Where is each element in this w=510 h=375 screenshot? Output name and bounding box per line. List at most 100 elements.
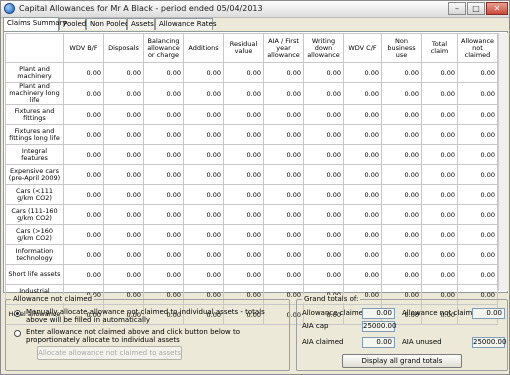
value-cell[interactable]: 0.00 (143, 124, 184, 145)
value-cell[interactable]: 0.00 (63, 264, 104, 285)
value-cell[interactable]: 0.00 (223, 144, 264, 165)
value-cell[interactable]: 0.00 (381, 124, 422, 145)
value-cell[interactable]: 0.00 (381, 224, 422, 245)
value-cell[interactable]: 0.00 (103, 164, 144, 185)
value-cell[interactable]: 0.00 (457, 82, 498, 105)
value-cell[interactable]: 0.00 (421, 144, 458, 165)
value-cell[interactable]: 0.00 (263, 124, 304, 145)
value-cell[interactable]: 0.00 (457, 62, 498, 83)
value-cell[interactable]: 0.00 (381, 62, 422, 83)
value-cell[interactable]: 0.00 (421, 164, 458, 185)
value-cell[interactable]: 0.00 (103, 224, 144, 245)
value-cell[interactable]: 0.00 (381, 164, 422, 185)
value-cell[interactable]: 0.00 (263, 204, 304, 225)
value-cell[interactable]: 0.00 (143, 82, 184, 105)
value-cell[interactable]: 0.00 (63, 62, 104, 83)
value-cell[interactable]: 0.00 (263, 82, 304, 105)
value-cell[interactable]: 0.00 (263, 164, 304, 185)
value-cell[interactable]: 0.00 (263, 264, 304, 285)
value-cell[interactable]: 0.00 (63, 204, 104, 225)
value-cell[interactable]: 0.00 (457, 104, 498, 125)
value-cell[interactable]: 0.00 (457, 184, 498, 205)
value-cell[interactable]: 0.00 (457, 224, 498, 245)
value-cell[interactable]: 0.00 (343, 204, 382, 225)
value-cell[interactable]: 0.00 (421, 204, 458, 225)
value-cell[interactable]: 0.00 (223, 244, 264, 265)
value-cell[interactable]: 0.00 (457, 124, 498, 145)
value-cell[interactable]: 0.00 (303, 204, 344, 225)
value-cell[interactable]: 0.00 (223, 184, 264, 205)
value-cell[interactable]: 0.00 (63, 104, 104, 125)
manual-allocate-radio[interactable] (14, 310, 21, 317)
value-cell[interactable]: 0.00 (143, 164, 184, 185)
value-cell[interactable]: 0.00 (143, 264, 184, 285)
value-cell[interactable]: 0.00 (183, 264, 224, 285)
value-cell[interactable]: 0.00 (63, 244, 104, 265)
value-cell[interactable]: 0.00 (63, 184, 104, 205)
tab-allowance-rates[interactable]: Allowance Rates (155, 18, 217, 30)
tab-non-pooled[interactable]: Non Pooled (86, 18, 129, 30)
value-cell[interactable]: 0.00 (421, 224, 458, 245)
value-cell[interactable]: 0.00 (381, 264, 422, 285)
value-cell[interactable]: 0.00 (303, 224, 344, 245)
value-cell[interactable]: 0.00 (421, 82, 458, 105)
value-cell[interactable]: 0.00 (183, 164, 224, 185)
value-cell[interactable]: 0.00 (183, 144, 224, 165)
value-cell[interactable]: 0.00 (183, 62, 224, 83)
value-cell[interactable]: 0.00 (223, 62, 264, 83)
value-cell[interactable]: 0.00 (143, 184, 184, 205)
value-cell[interactable]: 0.00 (421, 184, 458, 205)
allocate-to-assets-button[interactable]: Allocate allowance not claimed to assets (37, 346, 182, 360)
value-cell[interactable]: 0.00 (103, 244, 144, 265)
value-cell[interactable]: 0.00 (421, 264, 458, 285)
value-cell[interactable]: 0.00 (183, 224, 224, 245)
proportional-allocate-label[interactable]: Enter allowance not claimed above and cl… (26, 328, 286, 344)
value-cell[interactable]: 0.00 (63, 224, 104, 245)
value-cell[interactable]: 0.00 (223, 104, 264, 125)
value-cell[interactable]: 0.00 (183, 124, 224, 145)
value-cell[interactable]: 0.00 (457, 164, 498, 185)
value-cell[interactable]: 0.00 (103, 104, 144, 125)
value-cell[interactable]: 0.00 (303, 124, 344, 145)
value-cell[interactable]: 0.00 (343, 224, 382, 245)
value-cell[interactable]: 0.00 (303, 244, 344, 265)
value-cell[interactable]: 0.00 (103, 82, 144, 105)
value-cell[interactable]: 0.00 (303, 104, 344, 125)
display-grand-totals-button[interactable]: Display all grand totals (342, 354, 462, 368)
value-cell[interactable]: 0.00 (263, 104, 304, 125)
value-cell[interactable]: 0.00 (63, 164, 104, 185)
maximize-button[interactable]: □ (467, 2, 485, 15)
value-cell[interactable]: 0.00 (63, 124, 104, 145)
value-cell[interactable]: 0.00 (421, 104, 458, 125)
value-cell[interactable]: 0.00 (343, 244, 382, 265)
value-cell[interactable]: 0.00 (457, 204, 498, 225)
value-cell[interactable]: 0.00 (381, 184, 422, 205)
value-cell[interactable]: 0.00 (303, 164, 344, 185)
value-cell[interactable]: 0.00 (143, 144, 184, 165)
proportional-allocate-radio[interactable] (14, 330, 21, 337)
value-cell[interactable]: 0.00 (343, 164, 382, 185)
value-cell[interactable]: 0.00 (421, 244, 458, 265)
value-cell[interactable]: 0.00 (457, 144, 498, 165)
value-cell[interactable]: 0.00 (223, 124, 264, 145)
minimize-button[interactable]: – (448, 2, 466, 15)
manual-allocate-label[interactable]: Manually allocate allowance not claimed … (26, 308, 286, 324)
value-cell[interactable]: 0.00 (343, 144, 382, 165)
value-cell[interactable]: 0.00 (63, 82, 104, 105)
value-cell[interactable]: 0.00 (263, 62, 304, 83)
value-cell[interactable]: 0.00 (183, 104, 224, 125)
value-cell[interactable]: 0.00 (263, 144, 304, 165)
value-cell[interactable]: 0.00 (303, 264, 344, 285)
value-cell[interactable]: 0.00 (381, 204, 422, 225)
value-cell[interactable]: 0.00 (223, 82, 264, 105)
value-cell[interactable]: 0.00 (183, 82, 224, 105)
value-cell[interactable]: 0.00 (103, 264, 144, 285)
value-cell[interactable]: 0.00 (343, 184, 382, 205)
value-cell[interactable]: 0.00 (143, 62, 184, 83)
close-button[interactable]: ✕ (486, 2, 508, 15)
value-cell[interactable]: 0.00 (183, 204, 224, 225)
value-cell[interactable]: 0.00 (143, 224, 184, 245)
value-cell[interactable]: 0.00 (381, 244, 422, 265)
value-cell[interactable]: 0.00 (303, 62, 344, 83)
vertical-scrollbar[interactable] (498, 33, 508, 291)
